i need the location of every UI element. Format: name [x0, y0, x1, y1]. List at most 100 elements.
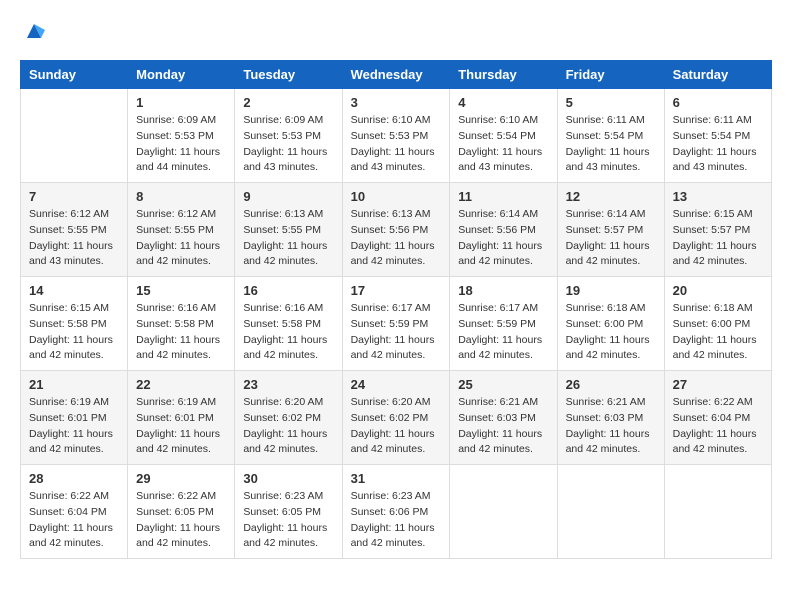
daylight-line1: Daylight: 11 hours [351, 239, 442, 255]
day-number: 20 [673, 283, 763, 298]
day-cell: 3Sunrise: 6:10 AMSunset: 5:53 PMDaylight… [342, 89, 450, 183]
day-cell: 16Sunrise: 6:16 AMSunset: 5:58 PMDayligh… [235, 277, 342, 371]
daylight-line2: and 42 minutes. [136, 442, 226, 458]
day-info: Sunrise: 6:21 AMSunset: 6:03 PMDaylight:… [458, 395, 548, 458]
day-cell: 20Sunrise: 6:18 AMSunset: 6:00 PMDayligh… [664, 277, 771, 371]
daylight-line2: and 42 minutes. [243, 442, 333, 458]
day-number: 18 [458, 283, 548, 298]
daylight-line1: Daylight: 11 hours [136, 521, 226, 537]
daylight-line2: and 43 minutes. [351, 160, 442, 176]
daylight-line2: and 42 minutes. [458, 254, 548, 270]
day-info: Sunrise: 6:12 AMSunset: 5:55 PMDaylight:… [136, 207, 226, 270]
logo [20, 20, 45, 44]
daylight-line1: Daylight: 11 hours [29, 427, 119, 443]
day-info: Sunrise: 6:22 AMSunset: 6:04 PMDaylight:… [29, 489, 119, 552]
day-cell: 27Sunrise: 6:22 AMSunset: 6:04 PMDayligh… [664, 371, 771, 465]
daylight-line1: Daylight: 11 hours [673, 239, 763, 255]
daylight-line2: and 42 minutes. [566, 442, 656, 458]
sunrise-text: Sunrise: 6:11 AM [673, 113, 763, 129]
day-info: Sunrise: 6:22 AMSunset: 6:04 PMDaylight:… [673, 395, 763, 458]
daylight-line2: and 42 minutes. [351, 536, 442, 552]
col-wednesday: Wednesday [342, 61, 450, 89]
daylight-line1: Daylight: 11 hours [136, 427, 226, 443]
sunrise-text: Sunrise: 6:23 AM [351, 489, 442, 505]
col-friday: Friday [557, 61, 664, 89]
sunset-text: Sunset: 6:02 PM [351, 411, 442, 427]
daylight-line1: Daylight: 11 hours [243, 427, 333, 443]
day-number: 23 [243, 377, 333, 392]
day-cell: 29Sunrise: 6:22 AMSunset: 6:05 PMDayligh… [128, 465, 235, 559]
sunset-text: Sunset: 6:01 PM [136, 411, 226, 427]
daylight-line1: Daylight: 11 hours [243, 521, 333, 537]
sunset-text: Sunset: 6:01 PM [29, 411, 119, 427]
week-row-1: 1Sunrise: 6:09 AMSunset: 5:53 PMDaylight… [21, 89, 772, 183]
day-number: 29 [136, 471, 226, 486]
daylight-line2: and 42 minutes. [351, 348, 442, 364]
day-info: Sunrise: 6:20 AMSunset: 6:02 PMDaylight:… [351, 395, 442, 458]
daylight-line2: and 42 minutes. [29, 442, 119, 458]
daylight-line2: and 42 minutes. [29, 348, 119, 364]
sunset-text: Sunset: 6:03 PM [566, 411, 656, 427]
sunset-text: Sunset: 6:03 PM [458, 411, 548, 427]
sunrise-text: Sunrise: 6:11 AM [566, 113, 656, 129]
daylight-line2: and 42 minutes. [29, 536, 119, 552]
day-info: Sunrise: 6:15 AMSunset: 5:58 PMDaylight:… [29, 301, 119, 364]
day-number: 30 [243, 471, 333, 486]
day-cell: 14 Sunrise: 6:15 AMSunset: 5:58 PMDayligh… [21, 277, 128, 371]
col-thursday: Thursday [450, 61, 557, 89]
daylight-line2: and 42 minutes. [243, 348, 333, 364]
day-cell: 15Sunrise: 6:16 AMSunset: 5:58 PMDayligh… [128, 277, 235, 371]
sunset-text: Sunset: 5:53 PM [351, 129, 442, 145]
sunrise-text: Sunrise: 6:17 AM [458, 301, 548, 317]
day-cell: 22Sunrise: 6:19 AMSunset: 6:01 PMDayligh… [128, 371, 235, 465]
daylight-line2: and 43 minutes. [566, 160, 656, 176]
day-cell: 13Sunrise: 6:15 AMSunset: 5:57 PMDayligh… [664, 183, 771, 277]
daylight-line2: and 42 minutes. [673, 254, 763, 270]
sunset-text: Sunset: 5:58 PM [136, 317, 226, 333]
sunrise-text: Sunrise: 6:13 AM [351, 207, 442, 223]
sunrise-text: Sunrise: 6:19 AM [29, 395, 119, 411]
day-number: 12 [566, 189, 656, 204]
col-tuesday: Tuesday [235, 61, 342, 89]
sunset-text: Sunset: 6:02 PM [243, 411, 333, 427]
daylight-line2: and 42 minutes. [243, 536, 333, 552]
day-info: Sunrise: 6:11 AMSunset: 5:54 PMDaylight:… [673, 113, 763, 176]
day-number: 16 [243, 283, 333, 298]
sunrise-text: Sunrise: 6:10 AM [458, 113, 548, 129]
day-number: 14 [29, 283, 119, 298]
sunrise-text: Sunrise: 6:21 AM [566, 395, 656, 411]
sunrise-text: Sunrise: 6:22 AM [136, 489, 226, 505]
daylight-line2: and 42 minutes. [351, 254, 442, 270]
daylight-line1: Daylight: 11 hours [458, 333, 548, 349]
day-number: 3 [351, 95, 442, 110]
day-number: 5 [566, 95, 656, 110]
sunrise-text: Sunrise: 6:15 AM [673, 207, 763, 223]
day-cell: 10Sunrise: 6:13 AMSunset: 5:56 PMDayligh… [342, 183, 450, 277]
daylight-line1: Daylight: 11 hours [136, 239, 226, 255]
daylight-line2: and 42 minutes. [673, 442, 763, 458]
daylight-line2: and 42 minutes. [458, 442, 548, 458]
day-number: 11 [458, 189, 548, 204]
daylight-line1: Daylight: 11 hours [566, 427, 656, 443]
daylight-line1: Daylight: 11 hours [458, 145, 548, 161]
week-row-5: 28Sunrise: 6:22 AMSunset: 6:04 PMDayligh… [21, 465, 772, 559]
sunset-text: Sunset: 5:55 PM [243, 223, 333, 239]
day-cell: 31Sunrise: 6:23 AMSunset: 6:06 PMDayligh… [342, 465, 450, 559]
sunset-text: Sunset: 6:00 PM [566, 317, 656, 333]
day-number: 2 [243, 95, 333, 110]
daylight-line1: Daylight: 11 hours [29, 239, 119, 255]
sunset-text: Sunset: 5:54 PM [673, 129, 763, 145]
sunset-text: Sunset: 6:00 PM [673, 317, 763, 333]
sunset-text: Sunset: 5:58 PM [243, 317, 333, 333]
day-info: Sunrise: 6:09 AMSunset: 5:53 PMDaylight:… [243, 113, 333, 176]
day-cell: 7Sunrise: 6:12 AMSunset: 5:55 PMDaylight… [21, 183, 128, 277]
daylight-line1: Daylight: 11 hours [29, 333, 119, 349]
sunrise-text: Sunrise: 6:20 AM [243, 395, 333, 411]
day-cell: 26Sunrise: 6:21 AMSunset: 6:03 PMDayligh… [557, 371, 664, 465]
day-info: Sunrise: 6:10 AMSunset: 5:54 PMDaylight:… [458, 113, 548, 176]
sunrise-text: Sunrise: 6:09 AM [136, 113, 226, 129]
sunset-text: Sunset: 5:53 PM [136, 129, 226, 145]
sunset-text: Sunset: 5:55 PM [136, 223, 226, 239]
day-info: Sunrise: 6:13 AMSunset: 5:55 PMDaylight:… [243, 207, 333, 270]
sunset-text: Sunset: 5:53 PM [243, 129, 333, 145]
